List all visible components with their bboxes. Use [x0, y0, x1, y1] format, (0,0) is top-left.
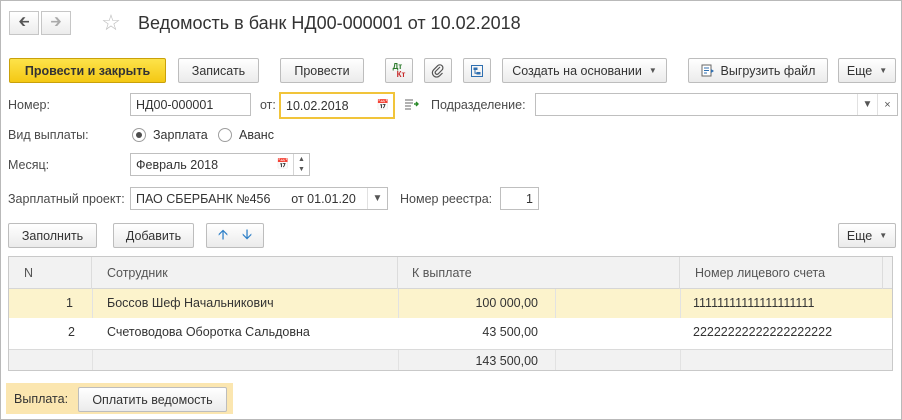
department-label: Подразделение:	[431, 98, 526, 112]
date-field[interactable]: 10.02.2018 📅	[279, 92, 395, 119]
list-arrow-icon[interactable]	[404, 98, 420, 111]
paperclip-icon	[431, 63, 444, 78]
column-account[interactable]: Номер лицевого счета	[680, 257, 883, 289]
cell-amount: 43 500,00	[482, 325, 538, 339]
column-employee[interactable]: Сотрудник	[92, 257, 398, 289]
cell-employee: Счетоводова Оборотка Сальдовна	[107, 325, 310, 339]
export-file-button[interactable]: Выгрузить файл	[688, 58, 828, 83]
registry-number-field[interactable]: 1	[500, 187, 539, 210]
document-window: 🡰 🡲 ☆ Ведомость в банк НД00-000001 от 10…	[0, 0, 902, 420]
hierarchy-icon	[471, 64, 483, 77]
table-footer: 143 500,00	[9, 349, 892, 370]
number-label: Номер:	[8, 98, 50, 112]
dt-kt-button[interactable]: Дт Кт	[385, 58, 413, 83]
calendar-icon[interactable]: 📅	[273, 154, 293, 175]
column-amount[interactable]: К выплате	[398, 257, 680, 289]
fill-button[interactable]: Заполнить	[8, 223, 97, 248]
caret-down-icon: ▼	[879, 66, 888, 75]
department-field[interactable]: ▼ ×	[535, 93, 898, 116]
favorite-star-icon[interactable]: ☆	[98, 10, 124, 36]
post-and-close-button[interactable]: Провести и закрыть	[9, 58, 166, 83]
cell-account: 11111111111111111111	[693, 296, 815, 310]
spin-down-icon[interactable]: ▼	[298, 165, 305, 175]
cell-account: 22222222222222222222	[693, 325, 833, 339]
arrow-up-icon[interactable]: 🡩	[218, 224, 228, 248]
payroll-table: N Сотрудник К выплате Номер лицевого сче…	[8, 256, 893, 371]
pay-statement-button[interactable]: Оплатить ведомость	[78, 387, 227, 412]
caret-down-icon: ▼	[648, 66, 657, 75]
structure-button[interactable]	[463, 58, 491, 83]
table-row[interactable]: 2 Счетоводова Оборотка Сальдовна 43 500,…	[9, 318, 892, 347]
payment-label: Выплата:	[14, 392, 69, 406]
total-amount: 143 500,00	[475, 354, 538, 368]
caret-down-icon: ▼	[879, 231, 888, 240]
salary-project-label: Зарплатный проект:	[8, 192, 125, 206]
table-row[interactable]: 1 Боссов Шеф Начальникович 100 000,00 11…	[9, 289, 892, 318]
arrow-left-icon: 🡰	[18, 13, 30, 29]
spin-up-icon[interactable]: ▲	[298, 155, 305, 165]
more-button[interactable]: Еще ▼	[838, 58, 896, 83]
export-file-icon	[701, 64, 714, 77]
forward-button[interactable]: 🡲	[41, 11, 71, 35]
radio-advance-label[interactable]: Аванс	[239, 128, 274, 142]
number-field[interactable]: НД00-000001	[130, 93, 251, 116]
payment-type-label: Вид выплаты:	[8, 128, 89, 142]
column-n[interactable]: N	[9, 257, 92, 289]
move-buttons: 🡩 🡫	[206, 223, 264, 248]
create-based-on-button[interactable]: Создать на основании ▼	[502, 58, 667, 83]
dt-kt-icon: Дт Кт	[392, 61, 406, 79]
calendar-icon[interactable]: 📅	[373, 94, 393, 117]
back-button[interactable]: 🡰	[9, 11, 39, 35]
salary-project-field[interactable]: ПАО СБЕРБАНК №456 от 01.01.20 ▼	[130, 187, 388, 210]
date-label: от:	[260, 98, 276, 112]
add-button[interactable]: Добавить	[113, 223, 194, 248]
cell-amount: 100 000,00	[475, 296, 538, 310]
arrow-down-icon[interactable]: 🡫	[242, 224, 252, 248]
month-field[interactable]: Февраль 2018 📅 ▲ ▼	[130, 153, 310, 176]
cell-n: 1	[66, 296, 73, 310]
month-label: Месяц:	[8, 158, 50, 172]
window-title: Ведомость в банк НД00-000001 от 10.02.20…	[138, 13, 521, 33]
save-button[interactable]: Записать	[178, 58, 259, 83]
arrow-right-icon: 🡲	[50, 13, 62, 29]
dropdown-arrow-icon[interactable]: ▼	[857, 94, 877, 115]
radio-advance[interactable]	[218, 128, 232, 142]
radio-salary[interactable]	[132, 128, 146, 142]
post-button[interactable]: Провести	[280, 58, 364, 83]
table-more-button[interactable]: Еще ▼	[838, 223, 896, 248]
cell-employee: Боссов Шеф Начальникович	[107, 296, 274, 310]
table-header: N Сотрудник К выплате Номер лицевого сче…	[9, 257, 892, 289]
month-stepper[interactable]: ▲ ▼	[293, 154, 309, 175]
dropdown-arrow-icon[interactable]: ▼	[367, 188, 387, 209]
registry-number-label: Номер реестра:	[400, 192, 493, 206]
attachments-button[interactable]	[424, 58, 452, 83]
cell-n: 2	[68, 325, 75, 339]
clear-icon[interactable]: ×	[877, 94, 897, 115]
radio-salary-label[interactable]: Зарплата	[153, 128, 208, 142]
